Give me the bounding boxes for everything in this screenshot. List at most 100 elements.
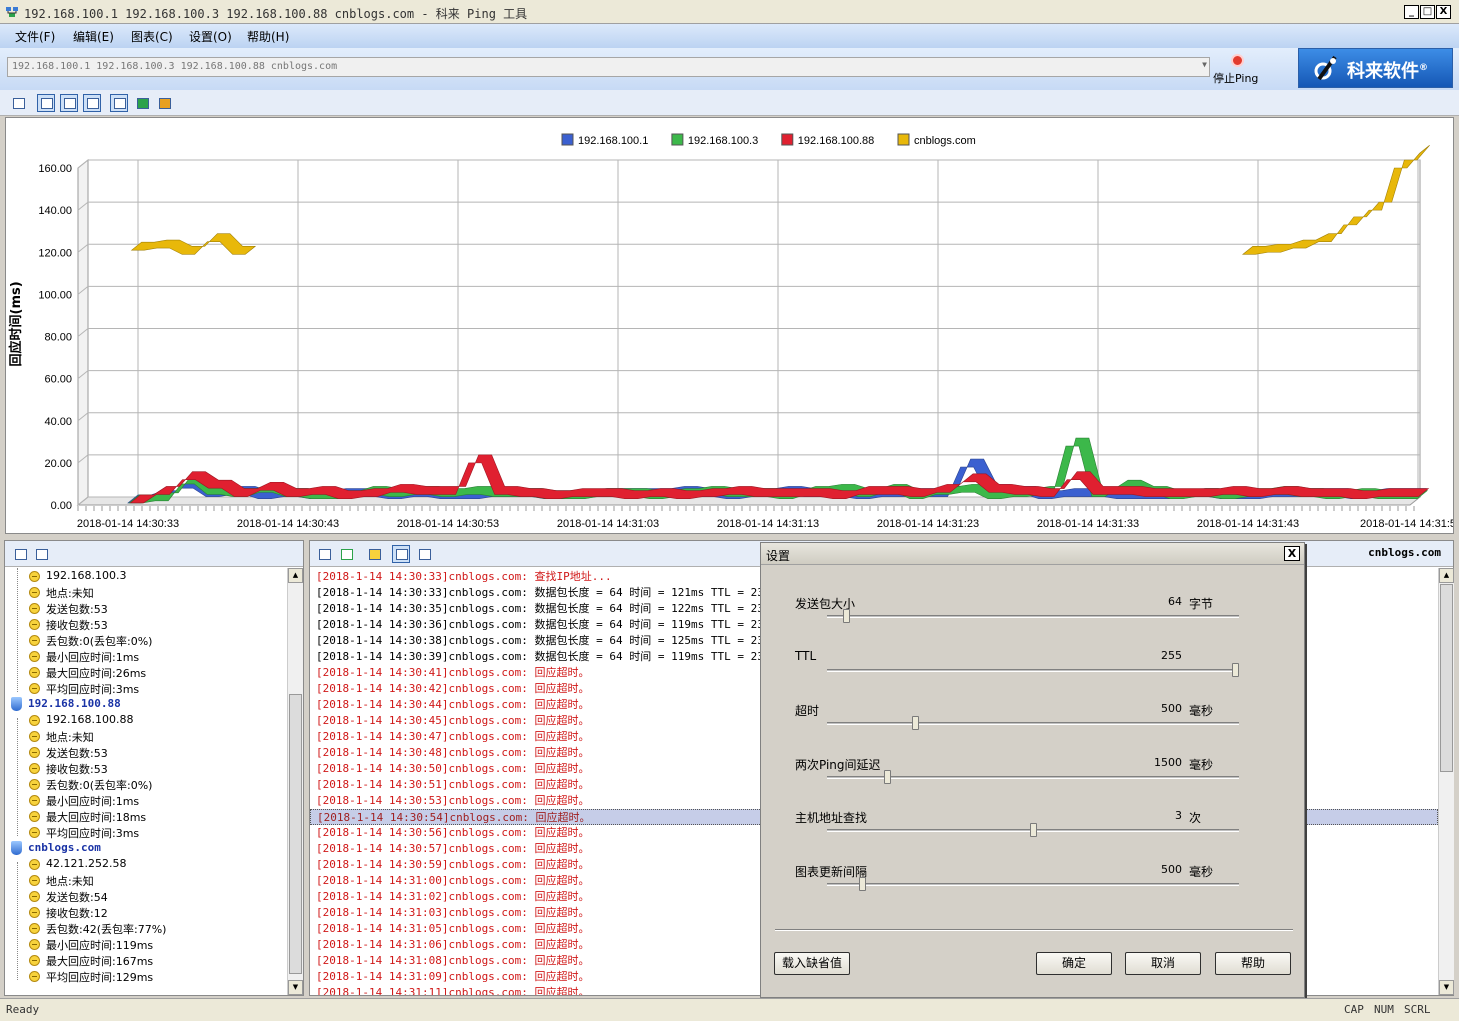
legend-swatch: [561, 133, 574, 146]
status-scrl: SCRL: [1404, 1003, 1431, 1016]
load-defaults-button[interactable]: 载入缺省值: [774, 952, 850, 975]
y-tick-label: 60.00: [44, 374, 72, 386]
slider-thumb[interactable]: [883, 769, 891, 784]
tree-toolbar: [5, 541, 303, 567]
stop-icon: [1231, 54, 1244, 67]
dialog-title: 设置: [766, 549, 791, 563]
title-bar: 192.168.100.1 192.168.100.3 192.168.100.…: [0, 0, 1459, 24]
y-tick-label: 140.00: [38, 205, 72, 217]
bar-chart-icon[interactable]: [155, 94, 173, 112]
scroll-thumb[interactable]: [289, 694, 302, 974]
slider-track[interactable]: [827, 882, 1239, 886]
host-icon: [11, 697, 22, 711]
scroll-up-icon[interactable]: ▲: [288, 568, 303, 583]
setting-label: 超时: [795, 704, 820, 718]
scroll-up-icon[interactable]: ▲: [1439, 568, 1454, 583]
tree-item-label: 最小回应时间:1ms: [46, 651, 140, 664]
tree-item-label: 最小回应时间:119ms: [46, 939, 154, 952]
slider-thumb[interactable]: [1029, 823, 1037, 837]
setting-row: 超时 500 毫秒: [795, 702, 1240, 754]
info-bullet-icon: [29, 763, 40, 774]
info-bullet-icon: [29, 683, 40, 694]
tree-item-label: 平均回应时间:3ms: [46, 827, 140, 840]
stop-ping-label: 停止Ping: [1213, 72, 1259, 85]
info-bullet-icon: [29, 603, 40, 614]
tree-item-label: 发送包数:53: [46, 603, 108, 616]
chart-grid-icon[interactable]: [83, 94, 101, 112]
y-tick-label: 80.00: [44, 332, 72, 344]
setting-label: 两次Ping间延迟: [795, 757, 881, 772]
tree-item-label: 发送包数:53: [46, 747, 108, 760]
tree-item-label: 地点:未知: [46, 875, 94, 888]
host-tree: 192.168.100.3 地点:未知 发送包数:53 接收包数:53 丢包数:0(丢包…: [5, 568, 287, 995]
setting-row: 发送包大小 64 字节: [795, 595, 1240, 647]
help-button[interactable]: 帮助: [1215, 952, 1291, 975]
address-input[interactable]: 192.168.100.1 192.168.100.3 192.168.100.…: [7, 57, 1210, 77]
setting-row: 图表更新间隔 500 毫秒: [795, 863, 1240, 915]
menu-bar: 文件(F) 编辑(E) 图表(C) 设置(O) 帮助(H): [0, 24, 1459, 48]
legend-swatch: [897, 133, 910, 146]
copy-chart-icon[interactable]: [60, 94, 78, 112]
table-view-icon[interactable]: [415, 545, 433, 563]
tree-guide-line: [17, 718, 18, 836]
save-icon[interactable]: [9, 94, 27, 112]
info-bullet-icon: [29, 715, 40, 726]
minimize-button[interactable]: _: [1404, 5, 1419, 19]
dropdown-arrow-icon[interactable]: ▼: [1202, 60, 1207, 69]
chart-3d-icon[interactable]: [37, 94, 55, 112]
setting-unit: 毫秒: [1189, 757, 1214, 772]
export-icon[interactable]: [133, 94, 151, 112]
line-chart-icon[interactable]: [110, 94, 128, 112]
scroll-thumb[interactable]: [1440, 584, 1453, 772]
slider-thumb[interactable]: [843, 609, 851, 623]
menu-file[interactable]: 文件(F): [15, 28, 55, 45]
slider-thumb[interactable]: [1232, 662, 1239, 677]
menu-help[interactable]: 帮助(H): [247, 28, 289, 45]
slider-thumb[interactable]: [912, 716, 919, 730]
scroll-down-icon[interactable]: ▼: [288, 980, 303, 995]
close-button[interactable]: X: [1436, 5, 1451, 19]
legend-label: 192.168.100.3: [688, 135, 758, 147]
info-bullet-icon: [29, 891, 40, 902]
tree-item-label: 接收包数:12: [46, 907, 108, 920]
menu-chart[interactable]: 图表(C): [131, 28, 173, 45]
brand-reg: ®: [1419, 63, 1428, 73]
ok-button[interactable]: 确定: [1036, 952, 1112, 975]
menu-settings[interactable]: 设置(O): [189, 28, 232, 45]
copy-icon[interactable]: [11, 545, 29, 563]
copy-all-icon[interactable]: [32, 545, 50, 563]
maximize-button[interactable]: □: [1420, 5, 1435, 19]
stop-ping-button[interactable]: 停止Ping: [1211, 52, 1291, 88]
menu-edit[interactable]: 编辑(E): [73, 28, 114, 45]
slider-track[interactable]: [827, 615, 1239, 618]
check-icon[interactable]: [337, 545, 355, 563]
legend-label: 192.168.100.88: [798, 135, 874, 147]
tree-scrollbar[interactable]: ▲ ▼: [287, 568, 303, 995]
list-view-icon[interactable]: [392, 545, 410, 563]
copy-log-icon[interactable]: [315, 545, 333, 563]
info-bullet-icon: [29, 779, 40, 790]
splitter[interactable]: [0, 536, 1459, 539]
slider-track[interactable]: [827, 668, 1239, 672]
y-tick-label: 120.00: [38, 247, 72, 259]
dialog-title-bar[interactable]: 设置 X: [761, 543, 1304, 565]
legend-swatch: [671, 133, 684, 146]
tree-item-label: 最大回应时间:167ms: [46, 955, 154, 968]
info-bullet-icon: [29, 859, 40, 870]
info-bullet-icon: [29, 667, 40, 678]
cancel-button[interactable]: 取消: [1125, 952, 1201, 975]
dialog-close-button[interactable]: X: [1284, 546, 1300, 561]
setting-value: 1500: [1154, 755, 1182, 769]
setting-label: 主机地址查找: [795, 811, 868, 825]
scroll-down-icon[interactable]: ▼: [1439, 980, 1454, 995]
log-scrollbar[interactable]: ▲ ▼: [1438, 568, 1454, 995]
slider-track[interactable]: [827, 722, 1239, 725]
info-bullet-icon: [29, 955, 40, 966]
x-tick-label: 2018-01-14 14:30:33: [77, 518, 179, 530]
setting-value: 500: [1161, 862, 1182, 876]
slider-thumb[interactable]: [859, 876, 867, 891]
setting-label: 图表更新间隔: [795, 864, 868, 879]
tree-item-label: 192.168.100.3: [46, 569, 127, 582]
tree-item-label: 丢包数:0(丢包率:0%): [46, 635, 153, 648]
lock-icon[interactable]: [365, 545, 383, 563]
